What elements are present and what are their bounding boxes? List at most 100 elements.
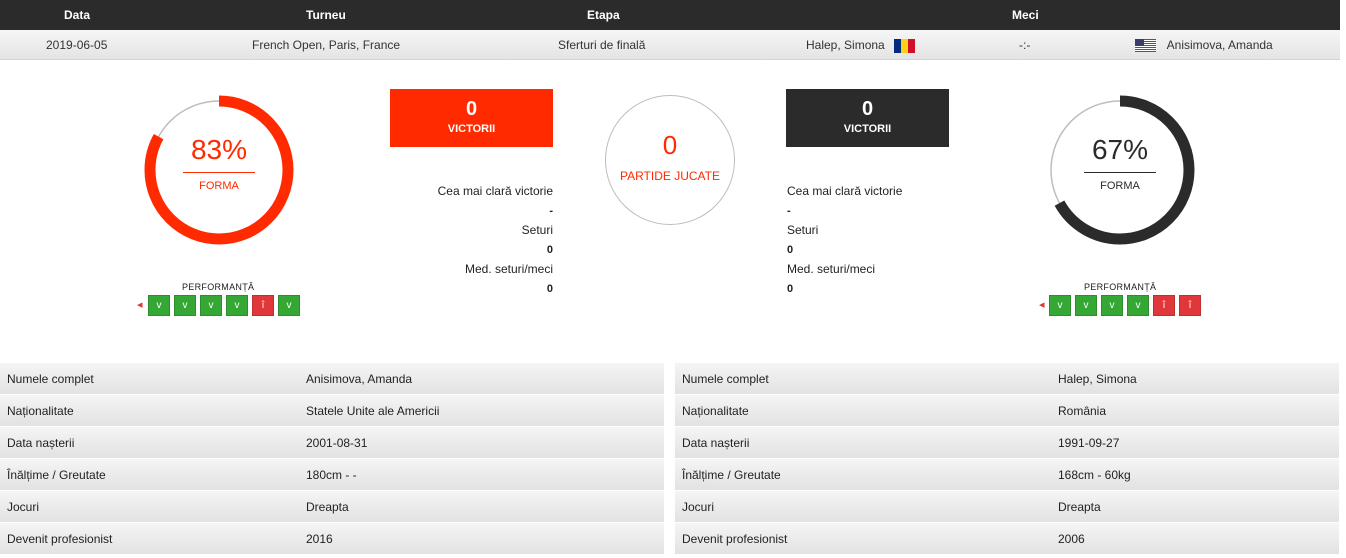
right-avg-sets-value: 0 <box>787 282 794 295</box>
matches-played-label: PARTIDE JUCATE <box>619 169 720 183</box>
left-sets-label: Seturi <box>521 223 553 237</box>
info-label: Numele complet <box>7 372 94 386</box>
left-form-percent: 83% <box>190 134 248 165</box>
left-player-info-table: Numele complet Anisimova, Amanda Naționali… <box>0 363 664 555</box>
info-label: Numele complet <box>682 372 769 386</box>
left-victories-count: 0 <box>465 98 478 120</box>
left-performance-result[interactable]: v <box>278 295 300 316</box>
left-arrow-icon: ◂ <box>137 299 143 311</box>
right-victories-box: 0 VICTORII <box>786 89 949 147</box>
right-performance-list: vvvvîî <box>1049 295 1201 316</box>
info-value: 2006 <box>1058 532 1085 546</box>
table-row: Înălțime / Greutate 168cm - 60kg <box>675 459 1339 491</box>
match-player2[interactable]: Anisimova, Amanda <box>1135 38 1273 53</box>
left-performance-result[interactable]: v <box>148 295 170 316</box>
right-performance-result[interactable]: v <box>1101 295 1123 316</box>
right-form-ring-graphic <box>1045 95 1195 245</box>
table-row: Înălțime / Greutate 180cm - - <box>0 459 664 491</box>
match-date: 2019-06-05 <box>46 38 108 52</box>
info-value: Statele Unite ale Americii <box>306 404 440 418</box>
right-performance-result[interactable]: î <box>1179 295 1201 316</box>
right-sets-label: Seturi <box>787 223 819 237</box>
info-value: Dreapta <box>1058 500 1101 514</box>
info-label: Devenit profesionist <box>7 532 113 546</box>
left-performance-result[interactable]: v <box>200 295 222 316</box>
info-label: Devenit profesionist <box>682 532 788 546</box>
header-tournament: Turneu <box>306 8 346 22</box>
info-value: 168cm - 60kg <box>1058 468 1131 482</box>
info-label: Naționalitate <box>682 404 749 418</box>
table-row: Naționalitate România <box>675 395 1339 427</box>
right-victories-count: 0 <box>861 98 874 120</box>
info-label: Înălțime / Greutate <box>7 468 106 482</box>
info-value: Halep, Simona <box>1058 372 1137 386</box>
header-date: Data <box>64 8 91 22</box>
table-row: Devenit profesionist 2006 <box>675 523 1339 555</box>
left-performance-result[interactable]: î <box>252 295 274 316</box>
left-stats: Cea mai clară victorie - Seturi 0 Med. s… <box>383 182 553 299</box>
header-match: Meci <box>1012 8 1039 22</box>
table-row: Numele complet Anisimova, Amanda <box>0 363 664 395</box>
match-player1[interactable]: Halep, Simona <box>806 38 916 53</box>
left-form-divider <box>183 172 255 173</box>
left-clear-victory-value: - <box>549 204 553 217</box>
table-row: Jocuri Dreapta <box>675 491 1339 523</box>
left-performance-title: PERFORMANȚĂ <box>182 282 255 292</box>
right-arrow-icon: ◂ <box>1039 299 1045 311</box>
right-performance-result[interactable]: v <box>1127 295 1149 316</box>
table-row: Devenit profesionist 2016 <box>0 523 664 555</box>
header-stage: Etapa <box>587 8 620 22</box>
left-victories-box: 0 VICTORII <box>390 89 553 147</box>
info-value: Anisimova, Amanda <box>306 372 413 386</box>
right-player-info-table: Numele complet Halep, Simona Naționalitate… <box>675 363 1339 555</box>
match-row[interactable]: 2019-06-05 French Open, Paris, France Sf… <box>0 30 1340 60</box>
right-performance-result[interactable]: v <box>1075 295 1097 316</box>
right-form-divider <box>1084 172 1156 173</box>
table-row: Numele complet Halep, Simona <box>675 363 1339 395</box>
table-header: Data Turneu Etapa Meci <box>0 0 1340 30</box>
info-label: Naționalitate <box>7 404 74 418</box>
right-clear-victory-value: - <box>787 204 791 217</box>
info-value: 180cm - - <box>306 468 357 482</box>
right-performance-title: PERFORMANȚĂ <box>1084 282 1157 292</box>
table-row: Naționalitate Statele Unite ale Americii <box>0 395 664 427</box>
info-label: Jocuri <box>7 500 40 514</box>
table-row: Jocuri Dreapta <box>0 491 664 523</box>
right-performance-result[interactable]: î <box>1153 295 1175 316</box>
left-performance-result[interactable]: v <box>174 295 196 316</box>
right-form-ring: 67% FORMA <box>1042 92 1198 248</box>
right-victories-label: VICTORII <box>843 123 892 135</box>
right-form-percent: 67% <box>1091 134 1149 165</box>
info-label: Data nașterii <box>7 436 75 450</box>
player2-name[interactable]: Anisimova, Amanda <box>1167 38 1273 52</box>
info-label: Jocuri <box>682 500 715 514</box>
info-value: 1991-09-27 <box>1058 436 1120 450</box>
info-value: 2001-08-31 <box>306 436 368 450</box>
left-sets-value: 0 <box>546 243 553 256</box>
left-performance-list: vvvvîv <box>148 295 300 316</box>
left-victories-label: VICTORII <box>447 123 496 135</box>
left-form-label: FORMA <box>199 180 239 192</box>
info-value: România <box>1058 404 1107 418</box>
right-performance-result[interactable]: v <box>1049 295 1071 316</box>
matches-played-count: 0 <box>662 130 678 160</box>
info-label: Înălțime / Greutate <box>682 468 781 482</box>
left-form-ring: 83% FORMA <box>141 92 297 248</box>
left-avg-sets-label: Med. seturi/meci <box>464 262 553 276</box>
match-stage: Sferturi de finală <box>558 38 646 52</box>
matches-played-circle: 0 PARTIDE JUCATE <box>605 95 735 225</box>
player1-name[interactable]: Halep, Simona <box>806 38 885 52</box>
table-row: Data nașterii 1991-09-27 <box>675 427 1339 459</box>
left-form-ring-graphic <box>144 95 294 245</box>
table-row: Data nașterii 2001-08-31 <box>0 427 664 459</box>
left-clear-victory-label: Cea mai clară victorie <box>437 184 553 198</box>
romania-flag-icon <box>894 38 916 53</box>
left-performance-result[interactable]: v <box>226 295 248 316</box>
info-value: Dreapta <box>306 500 349 514</box>
right-sets-value: 0 <box>787 243 794 256</box>
right-stats: Cea mai clară victorie - Seturi 0 Med. s… <box>787 182 957 299</box>
right-form-label: FORMA <box>1100 180 1140 192</box>
info-value: 2016 <box>306 532 333 546</box>
match-tournament[interactable]: French Open, Paris, France <box>252 38 400 52</box>
left-avg-sets-value: 0 <box>546 282 553 295</box>
